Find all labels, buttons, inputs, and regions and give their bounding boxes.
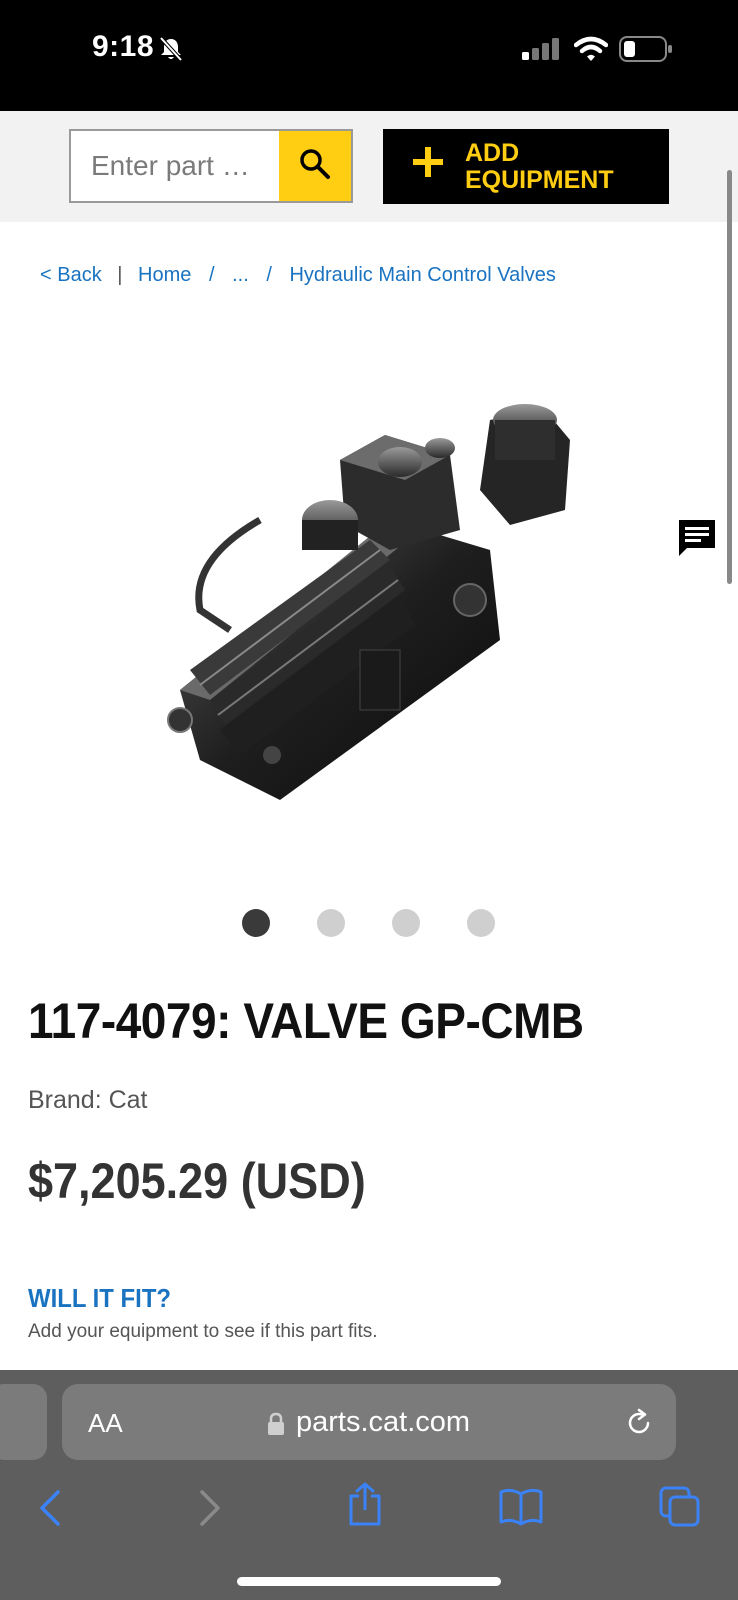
status-time: 9:18: [92, 30, 155, 63]
add-equipment-button[interactable]: Add Equipment: [383, 129, 669, 204]
add-equipment-label: Add Equipment: [465, 139, 614, 194]
home-indicator: [237, 1577, 501, 1586]
will-it-fit-link[interactable]: WILL IT FIT?: [28, 1283, 171, 1314]
browser-toolbar: AA parts.cat.com: [0, 1370, 738, 1600]
chat-icon[interactable]: [677, 518, 717, 563]
plus-icon: [411, 145, 445, 184]
carousel-dot-1[interactable]: [242, 909, 270, 937]
breadcrumb-current-link[interactable]: Hydraulic Main Control Valves: [289, 264, 555, 287]
breadcrumb: < Back | Home / ... / Hydraulic Main Con…: [40, 264, 556, 287]
reader-settings-button[interactable]: AA: [88, 1408, 123, 1439]
lock-icon: [267, 1412, 285, 1441]
breadcrumb-divider: |: [117, 264, 123, 286]
product-brand: Brand: Cat: [28, 1086, 148, 1114]
url-text: parts.cat.com: [296, 1406, 471, 1438]
status-bar: 9:18: [0, 0, 738, 111]
search-button[interactable]: [279, 131, 351, 201]
tabs-icon[interactable]: [659, 1486, 701, 1533]
carousel-dot-2[interactable]: [317, 909, 345, 937]
carousel-dot-3[interactable]: [392, 909, 420, 937]
search-icon: [298, 147, 332, 186]
product-image[interactable]: [160, 400, 590, 810]
forward-arrow-icon[interactable]: [196, 1488, 224, 1533]
breadcrumb-home-link[interactable]: Home: [138, 264, 191, 287]
bell-slash-icon: [158, 36, 184, 67]
bookmarks-icon[interactable]: [499, 1488, 543, 1531]
breadcrumb-ellipsis-link[interactable]: ...: [232, 264, 249, 287]
product-price: $7,205.29 (USD): [28, 1153, 366, 1209]
carousel-dot-4[interactable]: [467, 909, 495, 937]
reload-icon[interactable]: [624, 1408, 654, 1443]
breadcrumb-separator: /: [266, 264, 272, 286]
previous-tab-preview[interactable]: [0, 1384, 47, 1460]
breadcrumb-separator: /: [208, 264, 215, 286]
breadcrumb-back-link[interactable]: < Back: [40, 264, 102, 287]
share-icon[interactable]: [347, 1482, 383, 1531]
signal-icon: [522, 38, 562, 65]
will-it-fit-description: Add your equipment to see if this part f…: [28, 1321, 378, 1342]
product-title: 117-4079: VALVE GP-CMB: [28, 993, 584, 1049]
search-input[interactable]: [71, 131, 281, 201]
address-bar[interactable]: AA parts.cat.com: [62, 1384, 676, 1460]
battery-icon: [619, 36, 673, 67]
search-box: [69, 129, 353, 203]
back-arrow-icon[interactable]: [36, 1488, 64, 1533]
site-header: Add Equipment: [0, 111, 738, 222]
page-scrollbar[interactable]: [727, 170, 732, 584]
wifi-icon: [573, 36, 609, 67]
